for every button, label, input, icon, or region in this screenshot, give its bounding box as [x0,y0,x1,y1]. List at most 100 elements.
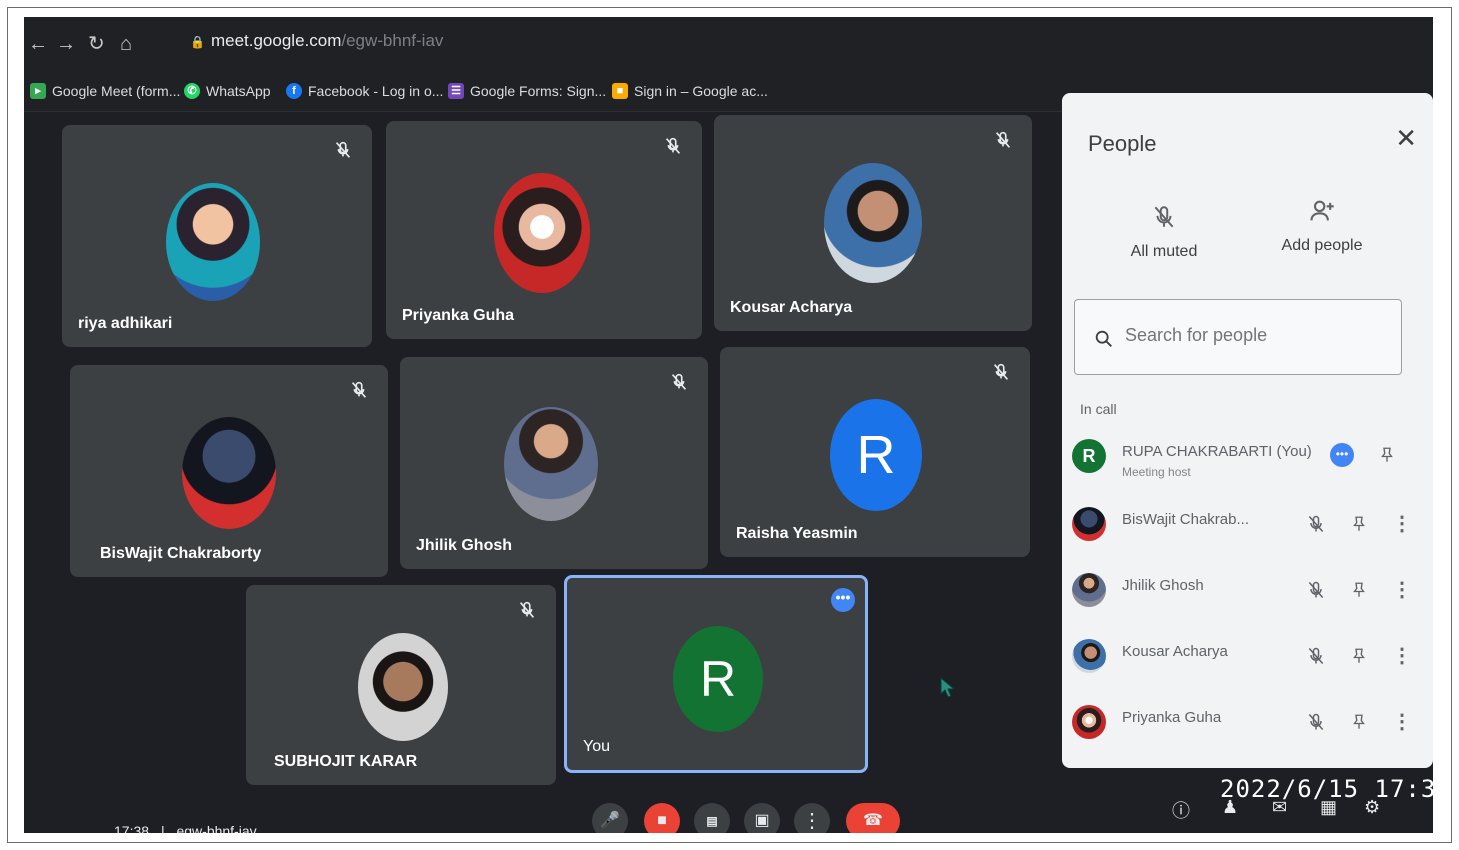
person-name: BisWajit Chakrab... [1122,511,1249,528]
more-options-button[interactable]: ⋮ [794,803,830,833]
google-forms-icon: ☰ [448,83,464,99]
participant-tile-subhojit-karar[interactable]: SUBHOJIT KARAR [246,585,556,785]
people-list-item[interactable]: R RUPA CHAKRABARTI (You) Meeting host ••… [1072,433,1412,483]
search-people-input[interactable] [1123,324,1387,347]
mic-off-icon[interactable] [1306,645,1326,667]
mic-off-icon[interactable] [1306,579,1326,601]
person-actions: ⋮ [1306,643,1412,668]
person-actions: ⋮ [1306,709,1412,734]
add-people-button[interactable]: Add people [1262,197,1382,255]
facebook-icon: f [286,83,302,99]
person-actions: ⋮ [1306,511,1412,536]
add-people-label: Add people [1281,237,1363,254]
avatar-kousar-acharya [824,163,922,283]
person-actions: ••• [1330,443,1396,467]
all-muted-button[interactable]: All muted [1104,203,1224,261]
avatar-you: R [673,626,763,732]
meeting-details-icon[interactable]: ⓘ [1172,797,1190,823]
all-muted-label: All muted [1130,243,1198,260]
mouse-cursor-icon [940,677,956,698]
reload-icon[interactable]: ↻ [88,33,105,55]
avatar-biswajit-chakraborty [1072,507,1106,541]
google-meet-icon: ▸ [30,83,46,99]
more-vert-icon: ⋮ [802,810,822,832]
bookmark-google-account[interactable]: ■ Sign in – Google ac... [612,83,768,99]
monitor-screen: ← → ↻ ⌂ 🔒 meet.google.com/egw-bhnf-iav ▸ … [24,17,1433,833]
mic-off-icon [993,363,1009,380]
bookmark-whatsapp[interactable]: ✆ WhatsApp [184,83,271,99]
close-icon[interactable]: ✕ [1395,123,1417,154]
google-classroom-icon: ■ [612,83,628,99]
participant-name: BisWajit Chakraborty [100,545,262,562]
pin-icon[interactable] [1378,444,1396,466]
participant-tile-biswajit-chakraborty[interactable]: BisWajit Chakraborty [70,365,388,577]
panel-title: People [1088,131,1157,156]
more-options-icon[interactable]: ••• [831,588,855,612]
bookmark-facebook[interactable]: f Facebook - Log in o... [286,83,443,99]
present-button[interactable]: ▣ [744,803,780,833]
person-name: Kousar Acharya [1122,643,1228,660]
participant-name: Raisha Yeasmin [736,525,858,542]
forward-icon[interactable]: → [56,33,76,55]
photo-timestamp: 2022/6/15 17:36 [1220,775,1452,803]
back-icon[interactable]: ← [28,33,48,55]
hang-up-icon: ☎ [863,812,883,829]
mic-off-icon [665,137,681,154]
people-list-item[interactable]: BisWajit Chakrab... ⋮ [1072,501,1412,551]
bookmark-google-meet[interactable]: ▸ Google Meet (form... [30,83,180,99]
leave-call-button[interactable]: ☎ [846,803,900,833]
mic-off-icon[interactable] [1306,711,1326,733]
browser-toolbar: ← → ↻ ⌂ 🔒 meet.google.com/egw-bhnf-iav [24,17,1433,75]
participant-tile-you[interactable]: ••• R You [564,575,868,773]
avatar-priyanka-guha [1072,705,1106,739]
home-icon[interactable]: ⌂ [120,33,132,55]
mic-icon: 🎤 [600,812,620,829]
avatar-biswajit-chakraborty [182,417,276,529]
whatsapp-icon: ✆ [184,83,200,99]
avatar-priyanka-guha [494,173,590,293]
camera-off-button[interactable]: ■ [644,803,680,833]
person-name: Priyanka Guha [1122,709,1222,726]
people-panel: People ✕ All muted Add people In call R … [1062,93,1433,768]
search-people-box[interactable] [1074,299,1402,375]
more-vert-icon[interactable]: ⋮ [1392,709,1412,734]
participant-tile-raisha-yeasmin[interactable]: R Raisha Yeasmin [720,347,1030,557]
address-bar[interactable]: 🔒 meet.google.com/egw-bhnf-iav [190,31,443,51]
avatar-jhilik-ghosh [1072,573,1106,607]
person-name: Jhilik Ghosh [1122,577,1204,594]
mic-off-icon[interactable] [1306,513,1326,535]
avatar-kousar-acharya [1072,639,1106,673]
avatar-riya-adhikari [166,183,260,301]
people-list-item[interactable]: Kousar Acharya ⋮ [1072,633,1412,683]
avatar-raisha-yeasmin: R [830,399,922,511]
add-person-icon [1310,200,1334,221]
participant-name: Kousar Acharya [730,299,853,316]
more-vert-icon[interactable]: ⋮ [1392,643,1412,668]
participant-tile-jhilik-ghosh[interactable]: Jhilik Ghosh [400,357,708,569]
bookmark-google-forms[interactable]: ☰ Google Forms: Sign... [448,83,606,99]
more-vert-icon[interactable]: ⋮ [1392,511,1412,536]
url-path: /egw-bhnf-iav [341,31,444,50]
camera-off-icon: ■ [657,812,667,829]
pin-icon[interactable] [1350,513,1368,535]
participant-name: Jhilik Ghosh [416,537,513,554]
mic-off-icon [671,373,687,390]
people-list-item[interactable]: Jhilik Ghosh ⋮ [1072,567,1412,617]
participant-tile-kousar-acharya[interactable]: Kousar Acharya [714,115,1032,331]
mic-off-icon [1154,206,1174,228]
microphone-button[interactable]: 🎤 [592,803,628,833]
people-list-item[interactable]: Priyanka Guha ⋮ [1072,699,1412,749]
captions-button[interactable]: ▤ [694,803,730,833]
more-vert-icon[interactable]: ⋮ [1392,577,1412,602]
pin-icon[interactable] [1350,645,1368,667]
avatar-rupa-chakrabarti: R [1072,439,1106,473]
participant-name: Priyanka Guha [402,307,515,324]
mic-off-icon [335,141,351,158]
participant-tile-riya-adhikari[interactable]: riya adhikari [62,125,372,347]
participant-tile-priyanka-guha[interactable]: Priyanka Guha [386,121,702,339]
avatar-jhilik-ghosh [504,407,598,521]
captions-icon: ▤ [706,814,718,828]
pin-icon[interactable] [1350,579,1368,601]
pin-icon[interactable] [1350,711,1368,733]
lock-icon: 🔒 [190,35,205,49]
